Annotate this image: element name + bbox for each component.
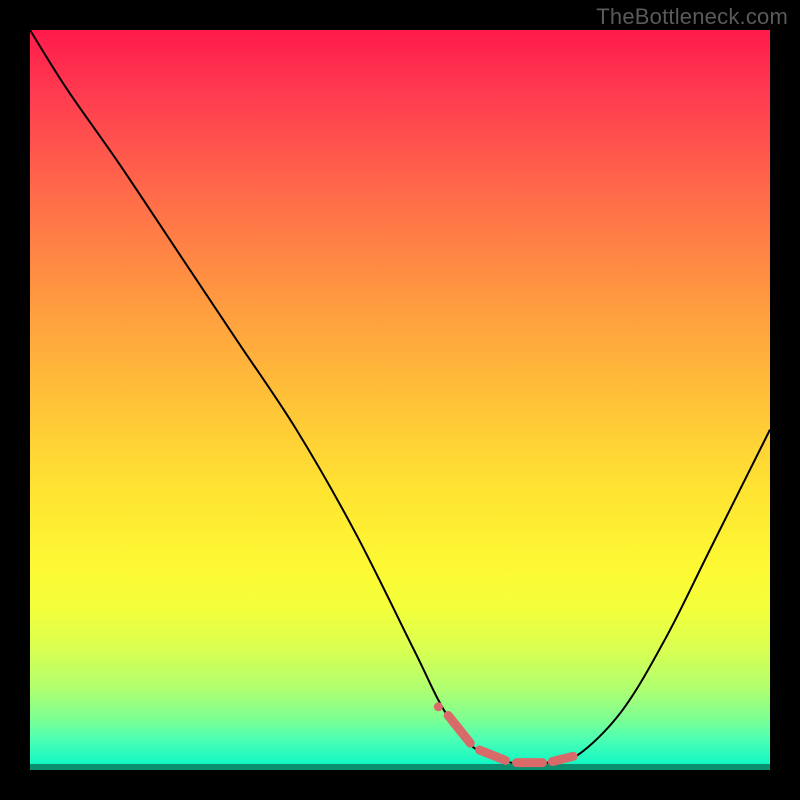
optimal-end-dot: [434, 702, 443, 711]
watermark-label: TheBottleneck.com: [596, 4, 788, 30]
optimal-segment: [480, 750, 506, 760]
optimal-flat-region: [434, 702, 573, 762]
optimal-segment: [552, 756, 573, 761]
plot-area: [30, 30, 770, 770]
curve-layer: [30, 30, 770, 770]
chart-container: TheBottleneck.com: [0, 0, 800, 800]
optimal-segment: [448, 715, 470, 743]
bottleneck-curve: [30, 30, 770, 764]
